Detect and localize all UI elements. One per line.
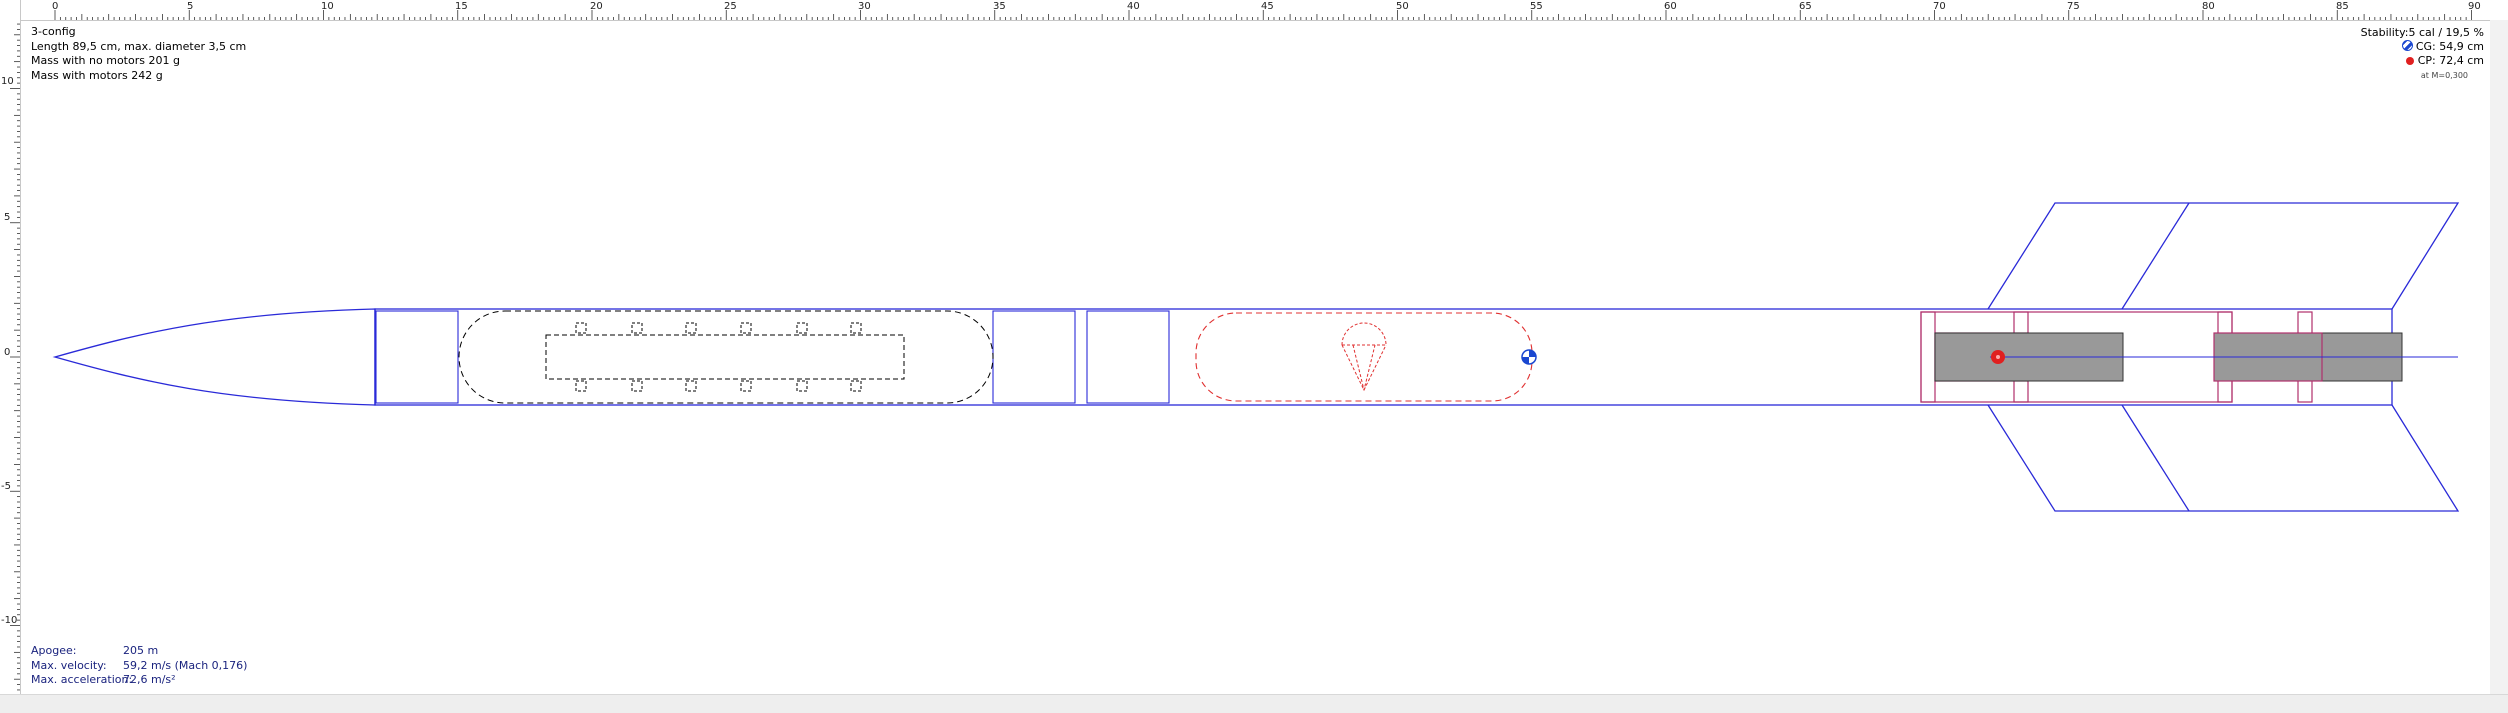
velocity-value: 59,2 m/s (Mach 0,176) (123, 658, 248, 672)
ruler-label: 0 (4, 347, 11, 358)
coupler-rear (1086, 310, 1170, 404)
stability-value: Stability:5 cal / 19,5 % (2360, 26, 2484, 39)
ruler-label: 45 (1261, 1, 1274, 12)
cg-icon (2401, 40, 2413, 51)
apogee-row: Apogee: 205 m (31, 644, 247, 659)
accel-value: 72,6 m/s² (123, 673, 176, 686)
ruler-label: 50 (1396, 1, 1409, 12)
design-info: 3-config Length 89,5 cm, max. diameter 3… (31, 25, 246, 83)
ruler-top: cm 0 5 10 15 20 25 30 35 40 45 50 55 60 … (0, 0, 2508, 21)
coupler-mid (992, 310, 1076, 404)
cp-icon (2405, 57, 2414, 65)
flight-summary: Apogee: 205 m Max. velocity: 59,2 m/s (Mac… (31, 644, 247, 688)
payload-item (545, 334, 905, 380)
parachute-icon (1341, 322, 1387, 392)
ruler-label: -5 (1, 481, 11, 492)
ruler-label: 90 (2468, 1, 2481, 12)
ruler-label: -10 (1, 615, 18, 626)
accel-row: Max. acceleration:72,6 m/s² (31, 673, 247, 688)
ruler-label: 40 (1127, 1, 1140, 12)
cp-marker (1991, 350, 2005, 364)
rocket-design-canvas[interactable]: cm 0 5 10 15 20 25 30 35 40 45 50 55 60 … (0, 0, 2508, 713)
cg-readout: CG: 54,9 cm (2401, 40, 2484, 53)
recovery-bay (1195, 312, 1533, 402)
mach-note: at M=0,300 (2420, 71, 2468, 80)
cp-value: CP: 72,4 cm (2417, 54, 2484, 67)
velocity-label: Max. velocity: (31, 658, 107, 672)
right-scroll-strip[interactable] (2490, 20, 2508, 694)
nose-cone (52, 308, 376, 406)
ruler-label: 65 (1799, 1, 1812, 12)
ruler-label: 60 (1664, 1, 1677, 12)
payload-tabs (575, 322, 862, 392)
ruler-label: 55 (1530, 1, 1543, 12)
mass-no-motors: Mass with no motors 201 g (31, 54, 180, 67)
apogee-value: 205 m (123, 644, 159, 657)
ruler-label: 30 (858, 1, 871, 12)
ruler-left: 10 5 0 -5 -10 (0, 0, 21, 712)
apogee-label: Apogee: (31, 644, 77, 657)
ruler-label: 85 (2336, 1, 2349, 12)
cp-readout: CP: 72,4 cm (2405, 54, 2484, 67)
ruler-label: 80 (2202, 1, 2215, 12)
ruler-label: 5 (4, 212, 11, 223)
cg-value: CG: 54,9 cm (2415, 40, 2484, 53)
ruler-label: 35 (993, 1, 1006, 12)
ruler-label: 5 (187, 1, 194, 12)
velocity-row: Max. velocity: 59,2 m/s (Mach 0,176) (31, 659, 247, 674)
mass-with-motors: Mass with motors 242 g (31, 68, 163, 82)
design-name: 3-config (31, 25, 76, 38)
ruler-label: 10 (1, 76, 14, 87)
design-length: Length 89,5 cm, max. diameter 3,5 cm (31, 39, 247, 53)
ruler-label: 10 (321, 1, 334, 12)
ruler-label: 15 (455, 1, 468, 12)
rocket-figure[interactable] (0, 0, 2508, 712)
payload-bay (458, 310, 994, 404)
ruler-label: 0 (52, 1, 59, 12)
bottom-scroll-strip[interactable] (0, 694, 2508, 713)
ruler-label: 75 (2067, 1, 2080, 12)
cg-marker (1521, 349, 1537, 365)
accel-label: Max. acceleration: (31, 673, 133, 686)
ruler-label: 70 (1933, 1, 1946, 12)
ruler-label: 20 (590, 1, 603, 12)
coupler-front (375, 310, 459, 404)
ruler-label: 25 (724, 1, 737, 12)
